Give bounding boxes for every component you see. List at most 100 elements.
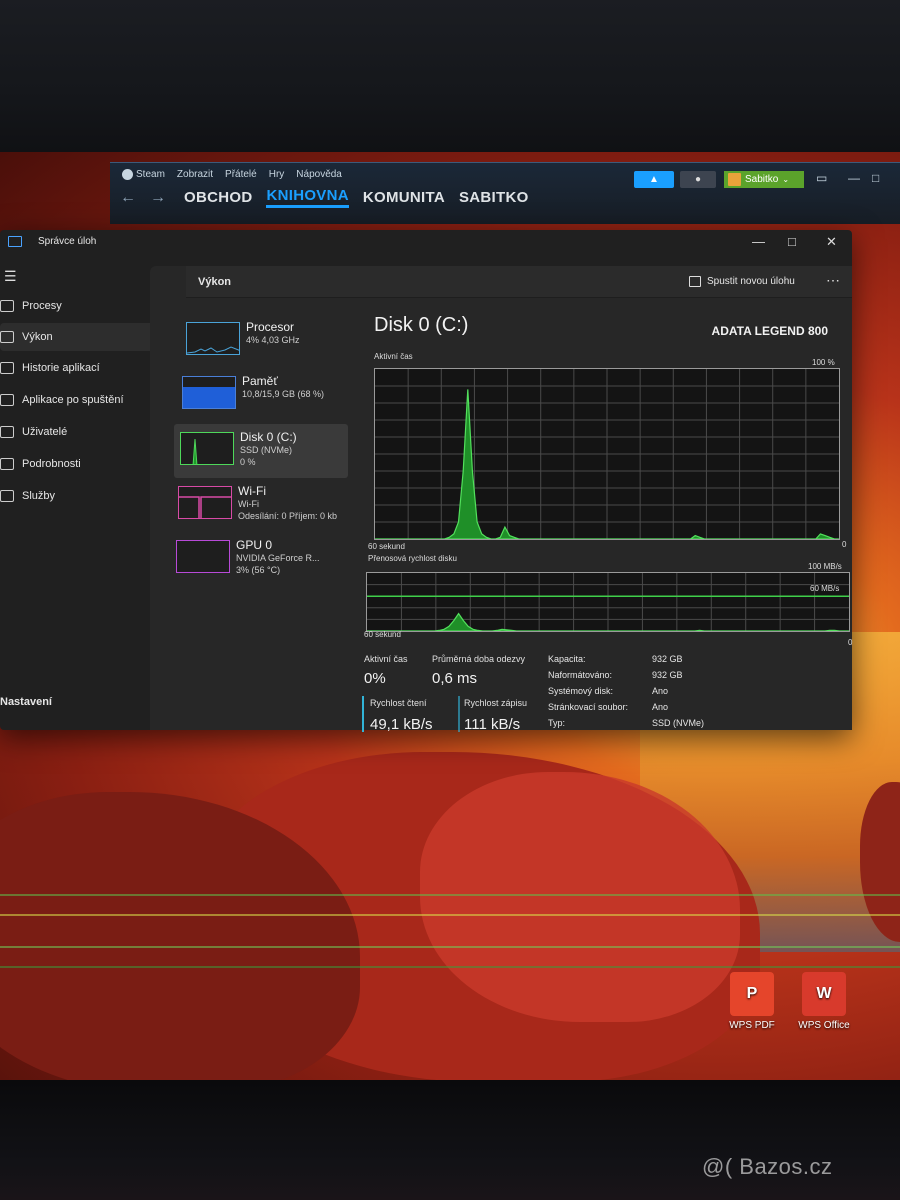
desktop-icon-label: WPS Office xyxy=(798,1020,850,1031)
graph2-min-label: 0 xyxy=(848,638,853,647)
memory-fill-bar xyxy=(183,386,235,408)
device-sub: 3% (56 °C) xyxy=(236,565,281,575)
prop-key: Stránkovací soubor: xyxy=(548,702,629,712)
graph1-min-label: 0 xyxy=(842,540,847,549)
steam-tab-profile[interactable]: SABITKO xyxy=(459,189,529,206)
prop-key: Naformátováno: xyxy=(548,670,613,680)
details-icon xyxy=(0,458,14,470)
hamburger-menu-icon[interactable]: ☰ xyxy=(4,268,17,285)
back-arrow-icon[interactable]: ← xyxy=(120,189,136,207)
nav-settings[interactable]: Nastavení xyxy=(0,696,52,708)
prop-value: Ano xyxy=(652,686,669,696)
steam-menu-steam[interactable]: Steam xyxy=(122,169,165,180)
response-time-label: Průměrná doba odezvy xyxy=(432,654,526,664)
minimize-icon[interactable]: — xyxy=(848,171,860,185)
active-time-chart xyxy=(375,369,839,540)
startup-icon xyxy=(0,394,14,406)
steam-menu-view[interactable]: Zobrazit xyxy=(177,169,213,180)
graph1-label: Aktivní čas xyxy=(374,352,413,361)
graph2-max-label: 100 MB/s xyxy=(808,562,842,571)
read-speed-label: Rychlost čtení xyxy=(370,698,427,708)
device-name: Paměť xyxy=(242,374,278,388)
desktop-icon-wps-pdf[interactable]: P WPS PDF xyxy=(722,972,782,1031)
broadcast-button[interactable]: ▲ xyxy=(634,171,674,188)
glitch-line xyxy=(0,946,900,948)
read-indicator-bar xyxy=(362,696,364,732)
device-memory[interactable]: Paměť 10,8/15,9 GB (68 %) xyxy=(176,368,346,422)
history-icon xyxy=(0,362,14,374)
page-header: Výkon Spustit novou úlohu ⋯ xyxy=(186,266,852,298)
prop-value: Ano xyxy=(652,702,669,712)
device-gpu[interactable]: GPU 0 NVIDIA GeForce R... 3% (56 °C) xyxy=(170,532,350,586)
glitch-line xyxy=(0,914,900,916)
steam-tab-store[interactable]: OBCHOD xyxy=(184,189,252,206)
device-disk[interactable]: Disk 0 (C:) SSD (NVMe) 0 % xyxy=(174,424,348,478)
device-sub: Odesílání: 0 Příjem: 0 kb xyxy=(238,511,338,521)
device-sub: NVIDIA GeForce R... xyxy=(236,553,320,563)
graph2-label: Přenosová rychlost disku xyxy=(368,554,457,563)
wifi-sparkline xyxy=(179,496,231,518)
disk-sparkline xyxy=(192,438,198,464)
device-sub: 0 % xyxy=(240,457,256,467)
active-time-stat-value: 0% xyxy=(364,670,386,687)
device-sub: Wi-Fi xyxy=(238,499,259,509)
prop-key: Systémový disk: xyxy=(548,686,614,696)
device-sub: SSD (NVMe) xyxy=(240,445,293,455)
maximize-icon[interactable]: □ xyxy=(788,234,796,249)
steam-menu-games[interactable]: Hry xyxy=(269,169,285,180)
wifi-thumbnail xyxy=(178,486,232,519)
device-name: GPU 0 xyxy=(236,538,273,552)
prop-key: Typ: xyxy=(548,718,566,728)
device-name: Wi-Fi xyxy=(238,484,266,498)
write-indicator-bar xyxy=(458,696,460,732)
prop-value: 932 GB xyxy=(652,654,683,664)
steam-tab-community[interactable]: KOMUNITA xyxy=(363,189,445,206)
more-options-icon[interactable]: ⋯ xyxy=(826,272,841,289)
maximize-icon[interactable]: □ xyxy=(872,171,879,185)
performance-panel: Výkon Spustit novou úlohu ⋯ Procesor 4% 4… xyxy=(150,266,854,733)
active-time-graph xyxy=(374,368,840,540)
steam-tab-library[interactable]: KNIHOVNA xyxy=(266,187,349,208)
monitor-bezel-bottom xyxy=(0,1080,900,1200)
task-manager-window: Správce úloh — □ ✕ ☰ Procesy Výkon Histo… xyxy=(0,230,854,733)
device-sub: 10,8/15,9 GB (68 %) xyxy=(242,389,325,399)
users-icon xyxy=(0,426,14,438)
titlebar: Správce úloh — □ ✕ xyxy=(0,230,852,254)
cpu-sparkline xyxy=(187,346,239,354)
disk-title: Disk 0 (C:) xyxy=(374,314,469,336)
steam-logo-icon xyxy=(122,169,133,180)
glitch-line xyxy=(0,894,900,896)
steam-menu-help[interactable]: Nápověda xyxy=(296,169,342,180)
device-name: Procesor xyxy=(246,320,295,334)
steam-menu-friends[interactable]: Přátelé xyxy=(225,169,257,180)
transfer-rate-chart xyxy=(367,573,849,632)
gpu-thumbnail xyxy=(176,540,230,573)
disk-model: ADATA LEGEND 800 xyxy=(711,324,828,338)
device-name: Disk 0 (C:) xyxy=(240,430,297,444)
response-time-value: 0,6 ms xyxy=(432,670,478,687)
prop-value: 932 GB xyxy=(652,670,683,680)
steam-user-button[interactable]: Sabitko ⌄ xyxy=(724,171,804,188)
transfer-rate-graph xyxy=(366,572,850,632)
minimize-icon[interactable]: — xyxy=(752,234,765,249)
device-wifi[interactable]: Wi-Fi Wi-Fi Odesílání: 0 Příjem: 0 kb xyxy=(172,478,350,532)
steam-nav: ← → OBCHOD KNIHOVNA KOMUNITA SABITKO xyxy=(120,187,529,208)
steam-menubar: Steam Zobrazit Přátelé Hry Nápověda xyxy=(122,169,342,180)
device-cpu[interactable]: Procesor 4% 4,03 GHz xyxy=(180,314,350,368)
services-icon xyxy=(0,490,14,502)
watermark: @( Bazos.cz xyxy=(702,1154,833,1179)
window-title: Správce úloh xyxy=(38,236,97,247)
task-manager-app-icon xyxy=(8,236,22,247)
write-speed-label: Rychlost zápisu xyxy=(464,698,528,708)
avatar xyxy=(728,173,741,186)
run-new-task-button[interactable]: Spustit novou úlohu xyxy=(689,276,795,287)
close-icon[interactable]: ✕ xyxy=(826,234,837,250)
disk-detail: Disk 0 (C:) ADATA LEGEND 800 Aktivní čas… xyxy=(362,308,854,733)
device-sub: 4% 4,03 GHz xyxy=(246,335,300,345)
write-speed-value: 111 kB/s xyxy=(464,716,521,733)
prop-value: SSD (NVMe) xyxy=(652,718,705,728)
desktop-icon-wps-office[interactable]: W WPS Office xyxy=(794,972,854,1031)
notifications-bell-button[interactable]: ● xyxy=(680,171,716,188)
forward-arrow-icon[interactable]: → xyxy=(150,189,166,207)
big-picture-icon[interactable]: ▭ xyxy=(816,171,827,185)
